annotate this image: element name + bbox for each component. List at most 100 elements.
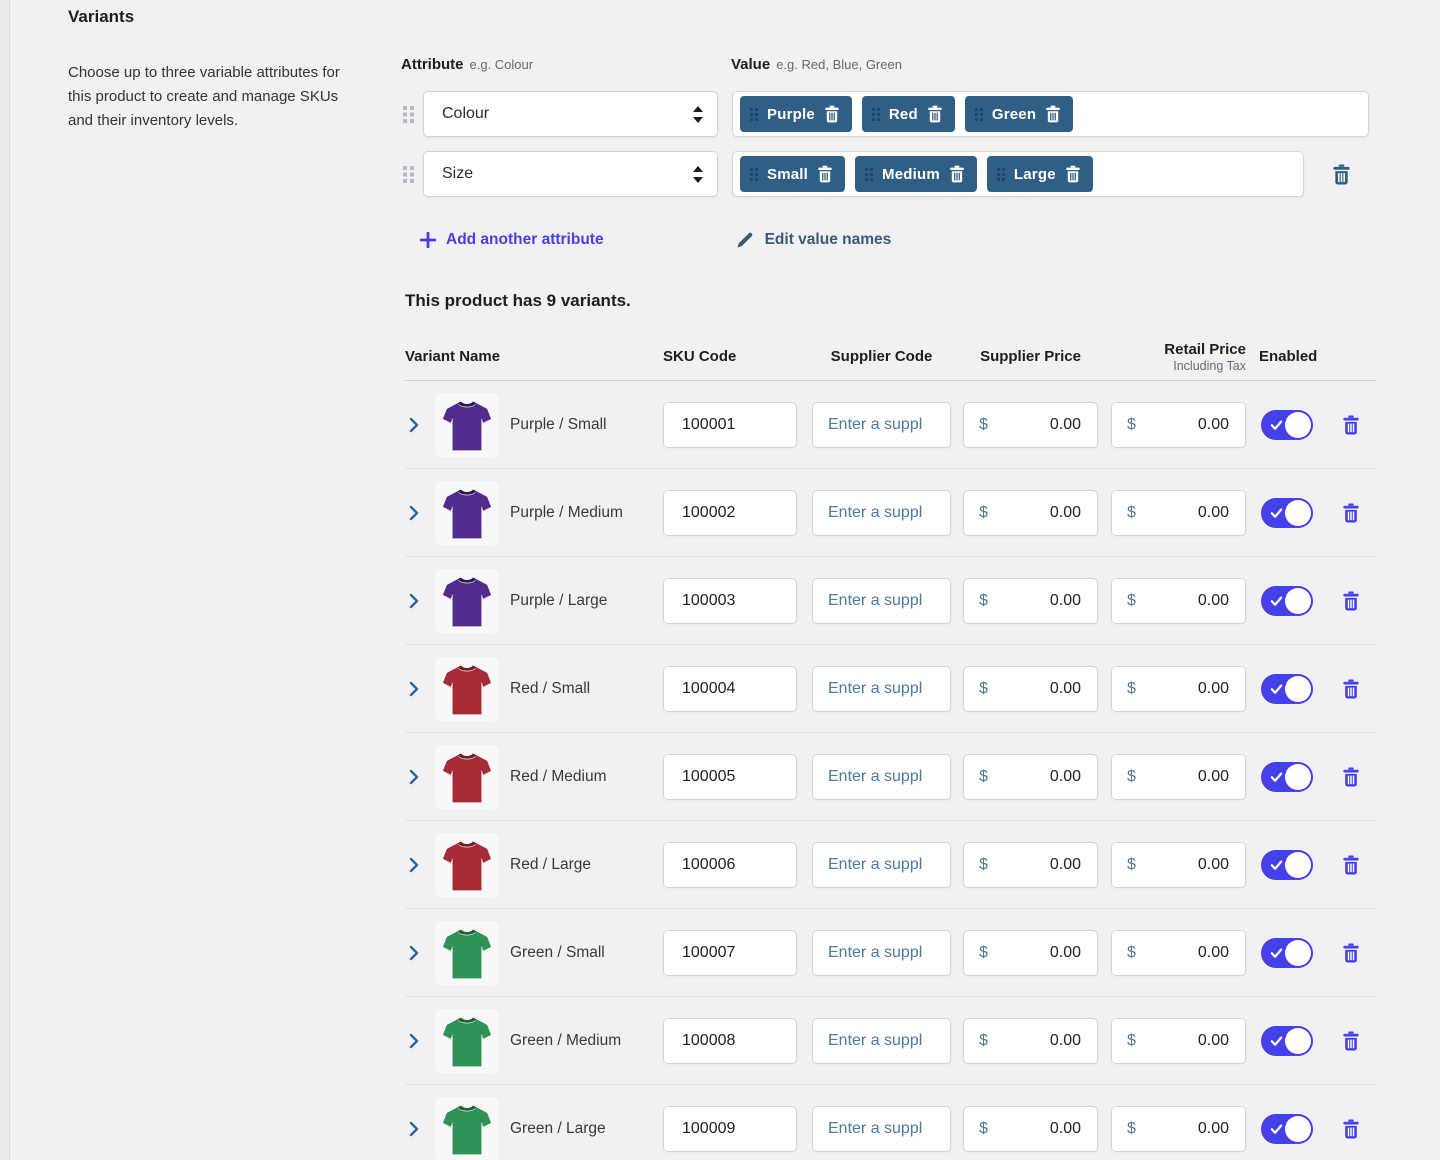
retail-price-field: $: [1111, 842, 1246, 888]
value-box[interactable]: Purple Red: [732, 91, 1369, 137]
trash-icon[interactable]: [1342, 943, 1360, 963]
supplier-code-input[interactable]: [812, 666, 951, 712]
trash-icon[interactable]: [949, 165, 965, 183]
retail-price-input[interactable]: [1136, 504, 1245, 522]
sku-input[interactable]: [663, 842, 797, 888]
sku-input[interactable]: [663, 930, 797, 976]
retail-price-input[interactable]: [1136, 944, 1245, 962]
sku-input[interactable]: [663, 490, 797, 536]
attribute-select[interactable]: Colour: [423, 91, 718, 137]
supplier-code-input[interactable]: [812, 578, 951, 624]
chevron-right-icon[interactable]: [405, 593, 423, 609]
check-icon: [1268, 1121, 1285, 1137]
trash-icon[interactable]: [1342, 1031, 1360, 1051]
supplier-code-input[interactable]: [812, 930, 951, 976]
supplier-code-input[interactable]: [812, 842, 951, 888]
enabled-toggle[interactable]: [1261, 850, 1313, 880]
supplier-price-input[interactable]: [988, 768, 1097, 786]
section-description: Choose up to three variable attributes f…: [68, 61, 360, 133]
trash-icon[interactable]: [1342, 767, 1360, 787]
sku-input[interactable]: [663, 1018, 797, 1064]
sku-input[interactable]: [663, 754, 797, 800]
retail-price-input[interactable]: [1136, 768, 1245, 786]
supplier-price-input[interactable]: [988, 1120, 1097, 1138]
chevron-right-icon[interactable]: [405, 1121, 423, 1137]
value-chip[interactable]: Green: [965, 96, 1073, 132]
enabled-toggle[interactable]: [1261, 762, 1313, 792]
supplier-price-input[interactable]: [988, 504, 1097, 522]
retail-price-input[interactable]: [1136, 1032, 1245, 1050]
value-box[interactable]: Small Medium: [732, 151, 1304, 197]
value-chip[interactable]: Large: [987, 156, 1093, 192]
supplier-price-input[interactable]: [988, 680, 1097, 698]
chevron-right-icon[interactable]: [405, 857, 423, 873]
trash-icon[interactable]: [1342, 591, 1360, 611]
table-body: Purple / Small $ $: [405, 381, 1377, 1160]
trash-icon[interactable]: [1342, 503, 1360, 523]
attribute-select[interactable]: Size: [423, 151, 718, 197]
currency-symbol: $: [964, 680, 988, 698]
table-row: Red / Small $ $: [405, 645, 1377, 733]
retail-price-input[interactable]: [1136, 856, 1245, 874]
variant-name: Green / Large: [510, 1120, 662, 1138]
supplier-code-input[interactable]: [812, 754, 951, 800]
trash-icon[interactable]: [1065, 165, 1081, 183]
currency-symbol: $: [964, 768, 988, 786]
drag-handle-icon[interactable]: [403, 166, 415, 183]
supplier-price-input[interactable]: [988, 416, 1097, 434]
supplier-price-input[interactable]: [988, 944, 1097, 962]
toggle-knob: [1285, 588, 1311, 614]
supplier-price-field: $: [963, 490, 1098, 536]
trash-icon[interactable]: [1342, 415, 1360, 435]
enabled-toggle[interactable]: [1261, 1026, 1313, 1056]
trash-icon[interactable]: [1045, 105, 1061, 123]
retail-price-input[interactable]: [1136, 1120, 1245, 1138]
sku-input[interactable]: [663, 666, 797, 712]
variant-image: [435, 393, 499, 457]
trash-icon[interactable]: [1342, 855, 1360, 875]
enabled-toggle[interactable]: [1261, 498, 1313, 528]
table-row: Green / Small $ $: [405, 909, 1377, 997]
supplier-code-input[interactable]: [812, 1018, 951, 1064]
variant-image: [435, 1097, 499, 1160]
enabled-toggle[interactable]: [1261, 410, 1313, 440]
value-chip[interactable]: Medium: [855, 156, 977, 192]
enabled-toggle[interactable]: [1261, 674, 1313, 704]
value-chip[interactable]: Small: [740, 156, 845, 192]
trash-icon[interactable]: [824, 105, 840, 123]
chevron-right-icon[interactable]: [405, 945, 423, 961]
supplier-code-input[interactable]: [812, 402, 951, 448]
trash-icon[interactable]: [927, 105, 943, 123]
chevron-right-icon[interactable]: [405, 505, 423, 521]
enabled-toggle[interactable]: [1261, 1114, 1313, 1144]
drag-handle-icon[interactable]: [403, 106, 415, 123]
edit-value-names-button[interactable]: Edit value names: [736, 231, 892, 249]
supplier-price-input[interactable]: [988, 856, 1097, 874]
retail-price-input[interactable]: [1136, 592, 1245, 610]
enabled-toggle[interactable]: [1261, 938, 1313, 968]
trash-icon[interactable]: [1342, 1119, 1360, 1139]
chevron-right-icon[interactable]: [405, 681, 423, 697]
supplier-price-input[interactable]: [988, 592, 1097, 610]
add-attribute-button[interactable]: Add another attribute: [420, 231, 604, 249]
attribute-select-value: Size: [442, 165, 693, 183]
value-chip[interactable]: Purple: [740, 96, 852, 132]
supplier-code-input[interactable]: [812, 1106, 951, 1152]
supplier-code-input[interactable]: [812, 490, 951, 536]
retail-price-input[interactable]: [1136, 680, 1245, 698]
enabled-toggle[interactable]: [1261, 586, 1313, 616]
sku-input[interactable]: [663, 578, 797, 624]
chevron-right-icon[interactable]: [405, 1033, 423, 1049]
check-icon: [1268, 593, 1285, 609]
trash-icon[interactable]: [1332, 164, 1351, 185]
trash-icon[interactable]: [817, 165, 833, 183]
value-chip[interactable]: Red: [862, 96, 955, 132]
supplier-price-input[interactable]: [988, 1032, 1097, 1050]
trash-icon[interactable]: [1342, 679, 1360, 699]
sku-input[interactable]: [663, 1106, 797, 1152]
chevron-right-icon[interactable]: [405, 769, 423, 785]
retail-price-input[interactable]: [1136, 416, 1245, 434]
chevron-right-icon[interactable]: [405, 417, 423, 433]
currency-symbol: $: [1112, 1120, 1136, 1138]
sku-input[interactable]: [663, 402, 797, 448]
